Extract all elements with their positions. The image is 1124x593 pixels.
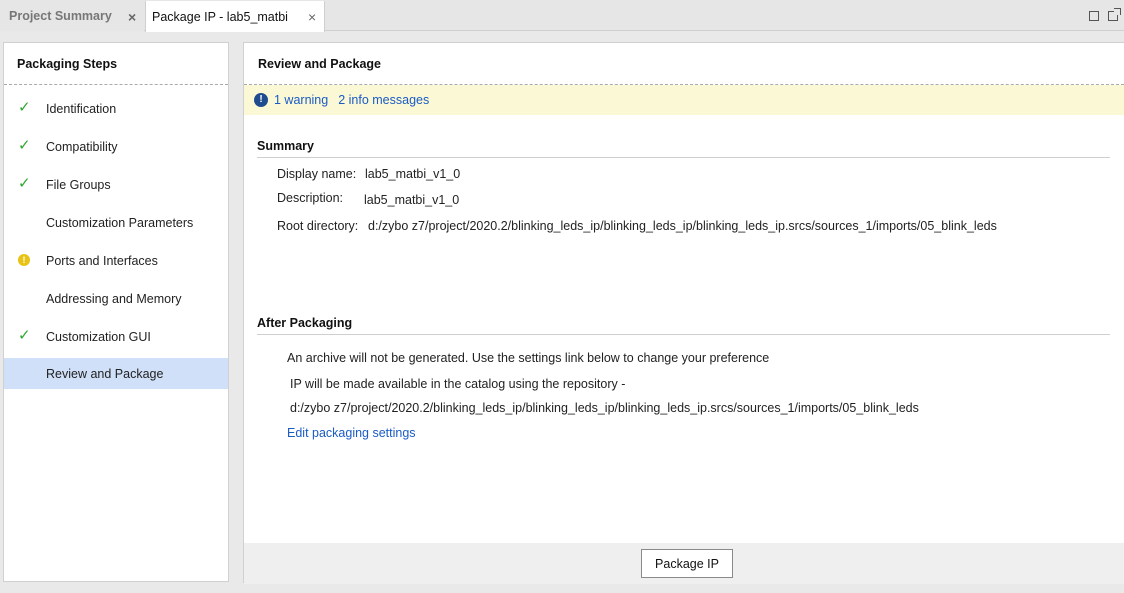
summary-heading: Summary xyxy=(257,139,1110,158)
step-label: Compatibility xyxy=(46,139,118,154)
alert-icon: ! xyxy=(254,93,268,107)
step-customization-gui[interactable]: ✓ Customization GUI xyxy=(4,321,228,352)
catalog-note: IP will be made available in the catalog… xyxy=(290,377,626,391)
window-controls xyxy=(1089,8,1121,21)
step-label: Ports and Interfaces xyxy=(46,253,158,268)
message-bar: ! 1 warning 2 info messages xyxy=(244,85,1124,115)
maximize-icon[interactable] xyxy=(1089,11,1099,21)
panel-title: Packaging Steps xyxy=(4,43,228,85)
info-messages-link[interactable]: 2 info messages xyxy=(338,93,429,107)
package-ip-button[interactable]: Package IP xyxy=(641,549,733,578)
archive-note: An archive will not be generated. Use th… xyxy=(287,351,770,365)
root-directory-label: Root directory: xyxy=(277,219,359,233)
step-review-and-package[interactable]: Review and Package xyxy=(4,358,228,389)
step-compatibility[interactable]: ✓ Compatibility xyxy=(4,131,228,162)
warning-link[interactable]: 1 warning xyxy=(274,93,328,107)
review-package-panel: Review and Package ! 1 warning 2 info me… xyxy=(243,42,1124,584)
step-ports-and-interfaces[interactable]: ! Ports and Interfaces xyxy=(4,245,228,276)
tab-label: Project Summary xyxy=(9,9,112,23)
action-footer: Package IP xyxy=(244,543,1124,584)
packaging-steps-panel: Packaging Steps ✓ Identification ✓ Compa… xyxy=(3,42,229,582)
warning-icon: ! xyxy=(18,253,32,267)
step-customization-parameters[interactable]: Customization Parameters xyxy=(4,207,228,238)
step-label: Customization GUI xyxy=(46,329,151,344)
description-value: lab5_matbi_v1_0 xyxy=(364,193,460,207)
after-packaging-heading: After Packaging xyxy=(257,316,1110,335)
step-label: Customization Parameters xyxy=(46,215,194,230)
close-icon[interactable]: × xyxy=(308,10,316,24)
step-addressing-and-memory[interactable]: Addressing and Memory xyxy=(4,283,228,314)
step-label: File Groups xyxy=(46,177,111,192)
root-directory-value: d:/zybo z7/project/2020.2/blinking_leds_… xyxy=(368,219,997,233)
step-label: Identification xyxy=(46,101,117,116)
page-title: Review and Package xyxy=(244,43,1124,85)
repository-path: d:/zybo z7/project/2020.2/blinking_leds_… xyxy=(290,401,919,415)
description-label: Description: xyxy=(277,191,343,205)
tab-label: Package IP - lab5_matbi xyxy=(152,9,288,24)
display-name-label: Display name: xyxy=(277,167,357,181)
close-icon[interactable]: × xyxy=(128,10,136,24)
step-label: Review and Package xyxy=(46,366,164,381)
editor-tab-bar: Project Summary × Package IP - lab5_matb… xyxy=(0,0,1124,32)
check-icon: ✓ xyxy=(18,175,31,192)
check-icon: ✓ xyxy=(18,99,31,116)
step-label: Addressing and Memory xyxy=(46,291,182,306)
check-icon: ✓ xyxy=(18,327,31,344)
step-identification[interactable]: ✓ Identification xyxy=(4,93,228,124)
tab-project-summary[interactable]: Project Summary × xyxy=(0,1,144,31)
tab-package-ip[interactable]: Package IP - lab5_matbi × xyxy=(145,1,325,32)
step-file-groups[interactable]: ✓ File Groups xyxy=(4,169,228,200)
display-name-value: lab5_matbi_v1_0 xyxy=(365,167,461,181)
float-icon[interactable] xyxy=(1108,8,1121,21)
check-icon: ✓ xyxy=(18,137,31,154)
edit-packaging-settings-link[interactable]: Edit packaging settings xyxy=(287,426,416,440)
